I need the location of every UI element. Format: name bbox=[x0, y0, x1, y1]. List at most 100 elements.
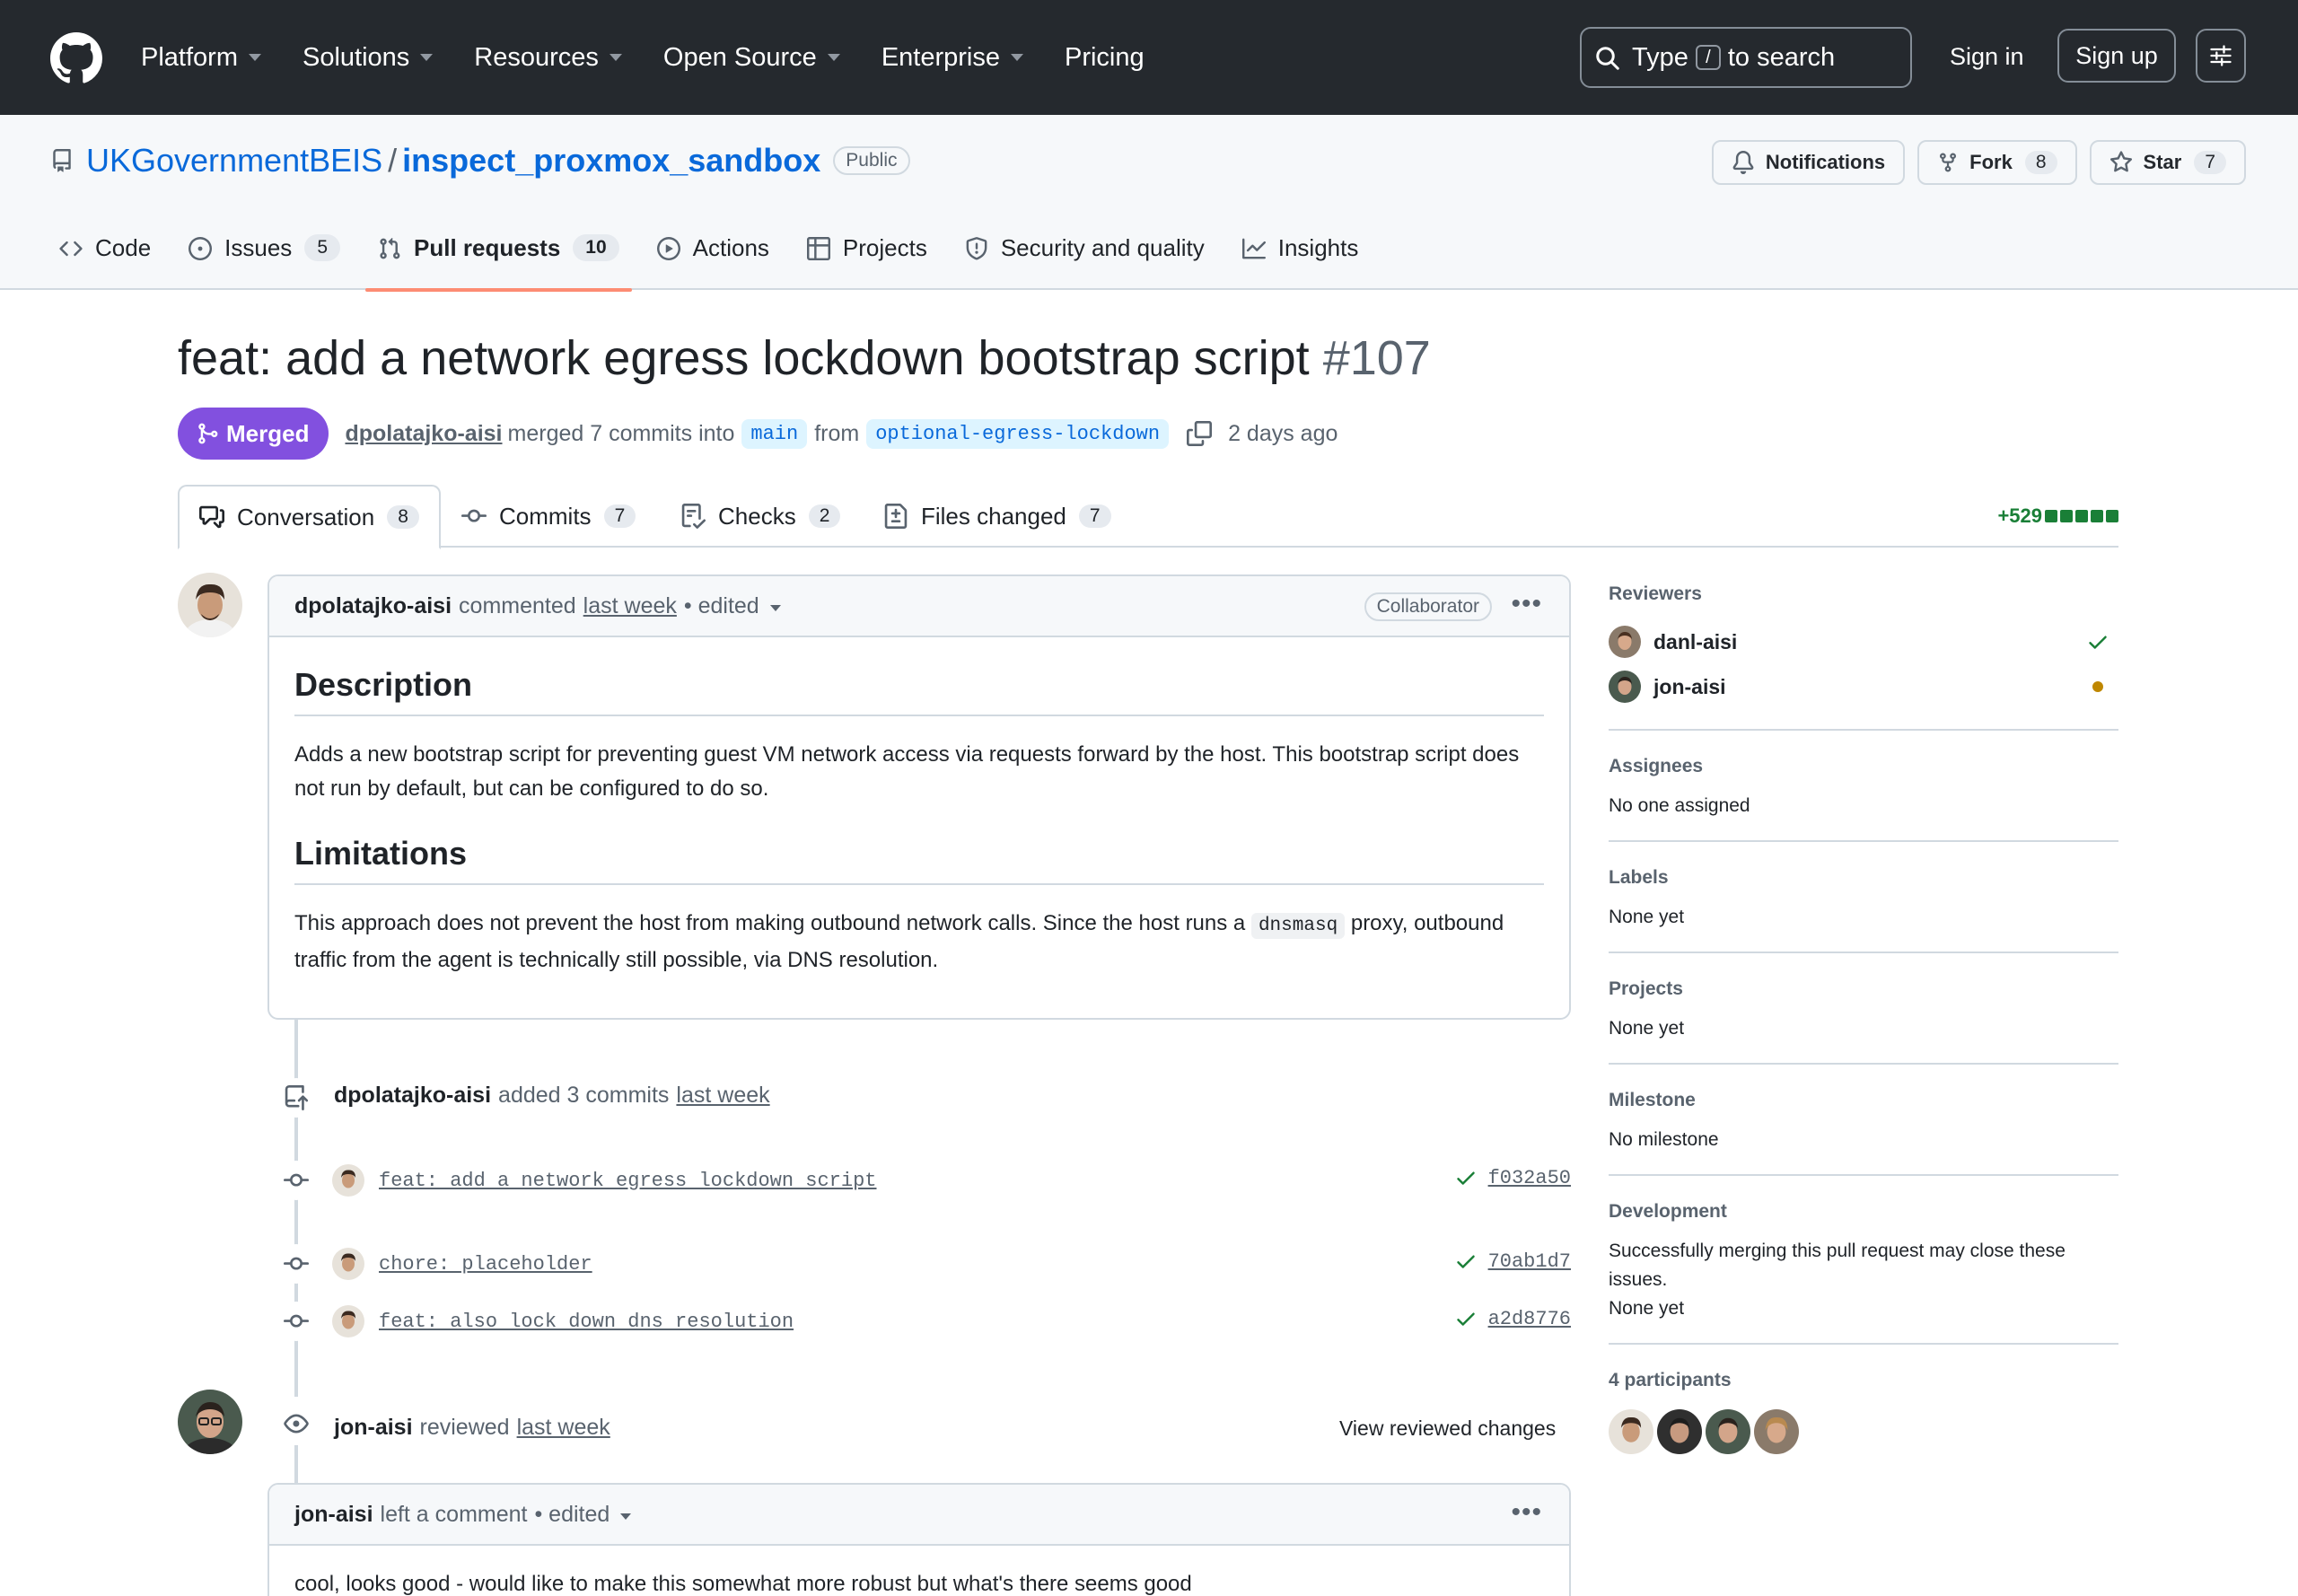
head-branch[interactable]: optional-egress-lockdown bbox=[866, 418, 1170, 449]
avatar[interactable] bbox=[332, 1248, 364, 1280]
fork-label: Fork bbox=[1969, 151, 2013, 173]
assignees-value: No one assigned bbox=[1609, 795, 1750, 816]
chevron-down-icon[interactable] bbox=[769, 604, 781, 611]
avatar[interactable] bbox=[178, 573, 242, 637]
tab-count: 10 bbox=[573, 234, 619, 261]
repo-push-icon bbox=[285, 1085, 309, 1110]
kebab-menu-icon[interactable]: ••• bbox=[1511, 589, 1542, 619]
labels-heading[interactable]: Labels bbox=[1609, 867, 2118, 889]
edited-dropdown[interactable]: • edited bbox=[684, 593, 759, 619]
pr-sidebar: Reviewers danl-aisi jon-aisi Assignees N… bbox=[1609, 574, 2118, 1454]
event-time-link[interactable]: last week bbox=[517, 1415, 610, 1441]
reviewers-heading[interactable]: Reviewers bbox=[1609, 583, 2118, 605]
tab-insights[interactable]: Insights bbox=[1241, 232, 1359, 290]
projects-heading[interactable]: Projects bbox=[1609, 978, 2118, 1000]
nav-pricing[interactable]: Pricing bbox=[1065, 43, 1145, 73]
comment-author-link[interactable]: jon-aisi bbox=[294, 1502, 373, 1528]
milestone-heading[interactable]: Milestone bbox=[1609, 1090, 2118, 1111]
participant-avatar[interactable] bbox=[1657, 1409, 1702, 1454]
participant-avatar[interactable] bbox=[1706, 1409, 1750, 1454]
kebab-menu-icon[interactable]: ••• bbox=[1511, 1497, 1542, 1528]
tab-label: Code bbox=[95, 234, 152, 261]
nav-enterprise[interactable]: Enterprise bbox=[881, 43, 1023, 73]
notifications-button[interactable]: Notifications bbox=[1711, 140, 1906, 185]
check-icon[interactable] bbox=[1454, 1307, 1478, 1330]
tab-checks[interactable]: Checks 2 bbox=[680, 485, 841, 548]
tab-code[interactable]: Code bbox=[59, 232, 151, 290]
nav-solutions[interactable]: Solutions bbox=[303, 43, 434, 73]
appearance-settings-button[interactable] bbox=[2196, 29, 2246, 83]
pending-dot-icon bbox=[2092, 681, 2103, 692]
development-heading[interactable]: Development bbox=[1609, 1201, 2118, 1223]
event-author-link[interactable]: dpolatajko-aisi bbox=[334, 1083, 491, 1109]
base-branch[interactable]: main bbox=[741, 418, 808, 449]
pr-title: feat: add a network egress lockdown boot… bbox=[178, 330, 1431, 386]
fork-button[interactable]: Fork 8 bbox=[1917, 140, 2077, 185]
comment-discussion-icon bbox=[199, 505, 224, 529]
check-icon[interactable] bbox=[1454, 1166, 1478, 1189]
chevron-down-icon bbox=[248, 54, 261, 61]
limitations-paragraph: This approach does not prevent the host … bbox=[294, 907, 1544, 978]
tab-commits[interactable]: Commits 7 bbox=[461, 485, 636, 548]
comment-time-link[interactable]: last week bbox=[583, 593, 677, 619]
repo-owner-link[interactable]: UKGovernmentBEIS bbox=[86, 142, 382, 180]
commit-sha-link[interactable]: 70ab1d7 bbox=[1488, 1250, 1571, 1273]
search-input[interactable]: Type / to search bbox=[1580, 27, 1912, 88]
commit-sha-link[interactable]: a2d8776 bbox=[1488, 1308, 1571, 1330]
tab-count: 7 bbox=[603, 504, 636, 528]
merged-state-badge: Merged bbox=[178, 408, 329, 460]
repo-name-link[interactable]: inspect_proxmox_sandbox bbox=[402, 142, 820, 180]
diffstat-block bbox=[2091, 510, 2103, 522]
participant-avatar[interactable] bbox=[1754, 1409, 1799, 1454]
commit-message-link[interactable]: feat: also lock down dns resolution bbox=[379, 1311, 794, 1333]
edited-dropdown[interactable]: • edited bbox=[534, 1502, 610, 1528]
development-text: Successfully merging this pull request m… bbox=[1609, 1241, 2066, 1290]
pr-meta: Merged dpolatajko-aisi merged 7 commits … bbox=[178, 408, 1338, 460]
tab-pull-requests[interactable]: Pull requests 10 bbox=[365, 232, 632, 292]
nav-resources[interactable]: Resources bbox=[474, 43, 622, 73]
reviewer-row[interactable]: jon-aisi bbox=[1609, 664, 2118, 709]
chevron-down-icon[interactable] bbox=[620, 1513, 632, 1520]
tab-issues[interactable]: Issues 5 bbox=[189, 232, 340, 290]
github-logo-icon[interactable] bbox=[50, 32, 102, 84]
tab-projects[interactable]: Projects bbox=[806, 232, 927, 290]
copy-icon[interactable] bbox=[1187, 421, 1213, 446]
avatar[interactable] bbox=[178, 1390, 242, 1454]
pr-author-link[interactable]: dpolatajko-aisi bbox=[345, 421, 502, 447]
view-reviewed-changes-button[interactable]: View reviewed changes bbox=[1339, 1416, 1556, 1441]
tab-label: Insights bbox=[1277, 234, 1359, 261]
tab-security[interactable]: Security and quality bbox=[965, 232, 1205, 290]
tab-conversation[interactable]: Conversation 8 bbox=[178, 485, 441, 549]
chevron-down-icon bbox=[827, 54, 840, 61]
commit-message-link[interactable]: chore: placeholder bbox=[379, 1253, 592, 1276]
commit-row: feat: also lock down dns resolution a2d8… bbox=[332, 1303, 1571, 1339]
star-icon bbox=[2109, 151, 2132, 172]
tab-files-changed[interactable]: Files changed 7 bbox=[883, 485, 1111, 548]
check-icon[interactable] bbox=[1454, 1250, 1478, 1273]
search-placeholder-end: to search bbox=[1727, 42, 1836, 72]
assignees-heading[interactable]: Assignees bbox=[1609, 756, 2118, 777]
commit-message-link[interactable]: feat: add a network egress lockdown scri… bbox=[379, 1170, 877, 1192]
event-author-link[interactable]: jon-aisi bbox=[334, 1415, 413, 1441]
labels-section: Labels None yet bbox=[1609, 842, 2118, 953]
sign-up-button[interactable]: Sign up bbox=[2057, 29, 2176, 83]
sign-in-link[interactable]: Sign in bbox=[1950, 43, 2024, 71]
comment-author-link[interactable]: dpolatajko-aisi bbox=[294, 593, 452, 619]
milestone-value: No milestone bbox=[1609, 1129, 1719, 1150]
comment-action: commented bbox=[459, 592, 576, 618]
pr-number: #107 bbox=[1322, 331, 1431, 385]
graph-icon bbox=[1241, 238, 1266, 259]
tab-count: 7 bbox=[1078, 504, 1111, 528]
nav-platform[interactable]: Platform bbox=[141, 43, 261, 73]
event-time-link[interactable]: last week bbox=[676, 1083, 769, 1109]
nav-open-source[interactable]: Open Source bbox=[663, 43, 840, 73]
nav-label: Open Source bbox=[662, 42, 817, 72]
avatar[interactable] bbox=[332, 1164, 364, 1197]
commit-sha-link[interactable]: f032a50 bbox=[1488, 1167, 1571, 1189]
participant-avatar[interactable] bbox=[1609, 1409, 1653, 1454]
star-button[interactable]: Star 7 bbox=[2089, 140, 2246, 185]
merged-text: merged 7 commits into bbox=[507, 420, 735, 446]
tab-actions[interactable]: Actions bbox=[656, 232, 769, 290]
reviewer-row[interactable]: danl-aisi bbox=[1609, 619, 2118, 664]
avatar[interactable] bbox=[332, 1305, 364, 1337]
